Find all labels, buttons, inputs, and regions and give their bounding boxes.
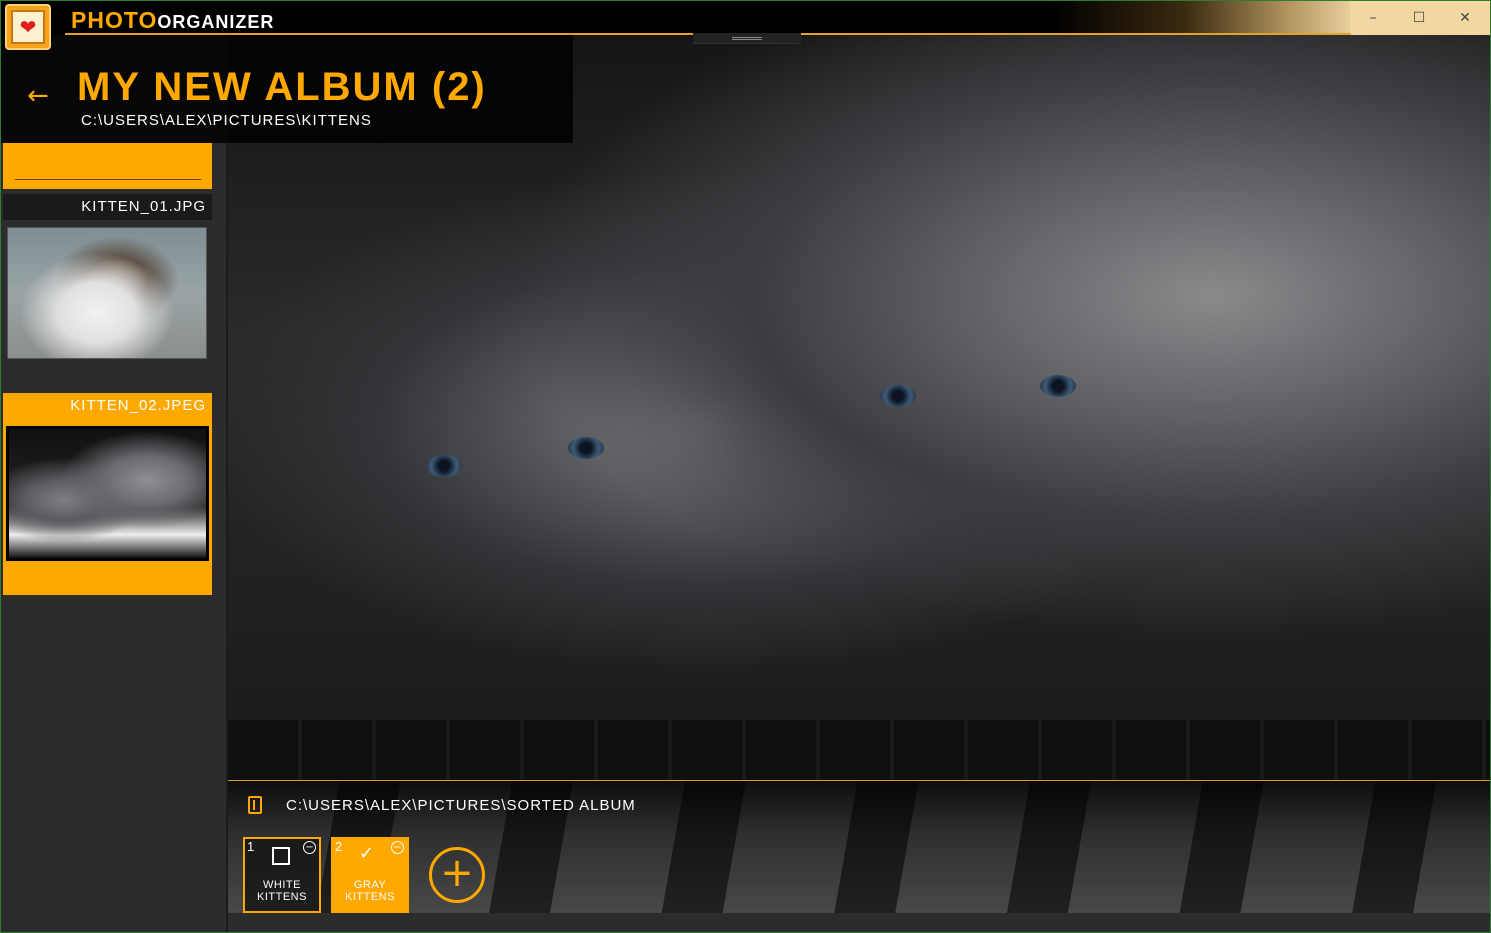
- category-button-white-kittens[interactable]: 1 − WHITE KITTENS: [243, 837, 321, 913]
- thumbnail-item[interactable]: KITTEN_01.JPG: [3, 194, 212, 364]
- kitten-eye: [426, 455, 462, 477]
- category-number: 2: [335, 839, 343, 854]
- piano-keys: [228, 720, 1490, 780]
- close-button[interactable]: ✕: [1442, 1, 1488, 35]
- category-label: GRAY KITTENS: [345, 879, 395, 903]
- app-window: – ☐ ✕ ❤ PHOTOORGANIZER ← MY NEW ALBUM (2…: [0, 0, 1491, 933]
- bottom-edge: [228, 913, 1490, 932]
- destination-path[interactable]: C:\USERS\ALEX\PICTURES\SORTED ALBUM: [286, 797, 636, 814]
- app-title-photo: PHOTO: [71, 7, 158, 33]
- sort-panel: C:\USERS\ALEX\PICTURES\SORTED ALBUM 1 − …: [228, 780, 1490, 914]
- title-bar-gradient: [1050, 1, 1350, 35]
- kitten-eye: [1040, 375, 1076, 397]
- checkmark-icon: ✓: [359, 843, 375, 864]
- minimize-button[interactable]: –: [1350, 1, 1396, 35]
- category-button-gray-kittens[interactable]: 2 ✓ − GRAY KITTENS: [331, 837, 409, 913]
- album-source-path: C:\USERS\ALEX\PICTURES\KITTENS: [81, 112, 372, 129]
- remove-category-icon[interactable]: −: [391, 841, 404, 854]
- remove-category-icon[interactable]: −: [303, 841, 316, 854]
- arrow-left-icon[interactable]: ←: [27, 81, 49, 111]
- hearts-photo-icon: ❤: [5, 4, 51, 50]
- checkbox-unchecked-icon: [272, 847, 290, 865]
- window-controls: – ☐ ✕: [1350, 1, 1490, 35]
- collapse-grip-handle[interactable]: [693, 33, 801, 44]
- filter-input[interactable]: [3, 143, 212, 189]
- app-title: PHOTOORGANIZER: [71, 7, 274, 34]
- app-title-organizer: ORGANIZER: [157, 12, 275, 32]
- add-category-button[interactable]: +: [429, 847, 485, 903]
- thumbnail-filename: KITTEN_01.JPG: [3, 194, 212, 220]
- thumbnail-item-selected[interactable]: KITTEN_02.JPEG: [3, 393, 212, 595]
- kitten-eye: [880, 385, 916, 407]
- thumbnail-image[interactable]: [6, 426, 209, 561]
- kitten-eye: [568, 437, 604, 459]
- thumbnail-image[interactable]: [7, 227, 207, 359]
- album-title: MY NEW ALBUM (2): [77, 65, 487, 109]
- category-number: 1: [247, 839, 255, 854]
- folder-icon[interactable]: [248, 796, 262, 814]
- category-label: WHITE KITTENS: [257, 879, 307, 903]
- maximize-button[interactable]: ☐: [1396, 1, 1442, 35]
- thumbnail-filename: KITTEN_02.JPEG: [3, 393, 212, 419]
- main-photo-viewer[interactable]: [228, 35, 1490, 780]
- sidebar: KITTEN_01.JPG KITTEN_02.JPEG: [1, 143, 228, 932]
